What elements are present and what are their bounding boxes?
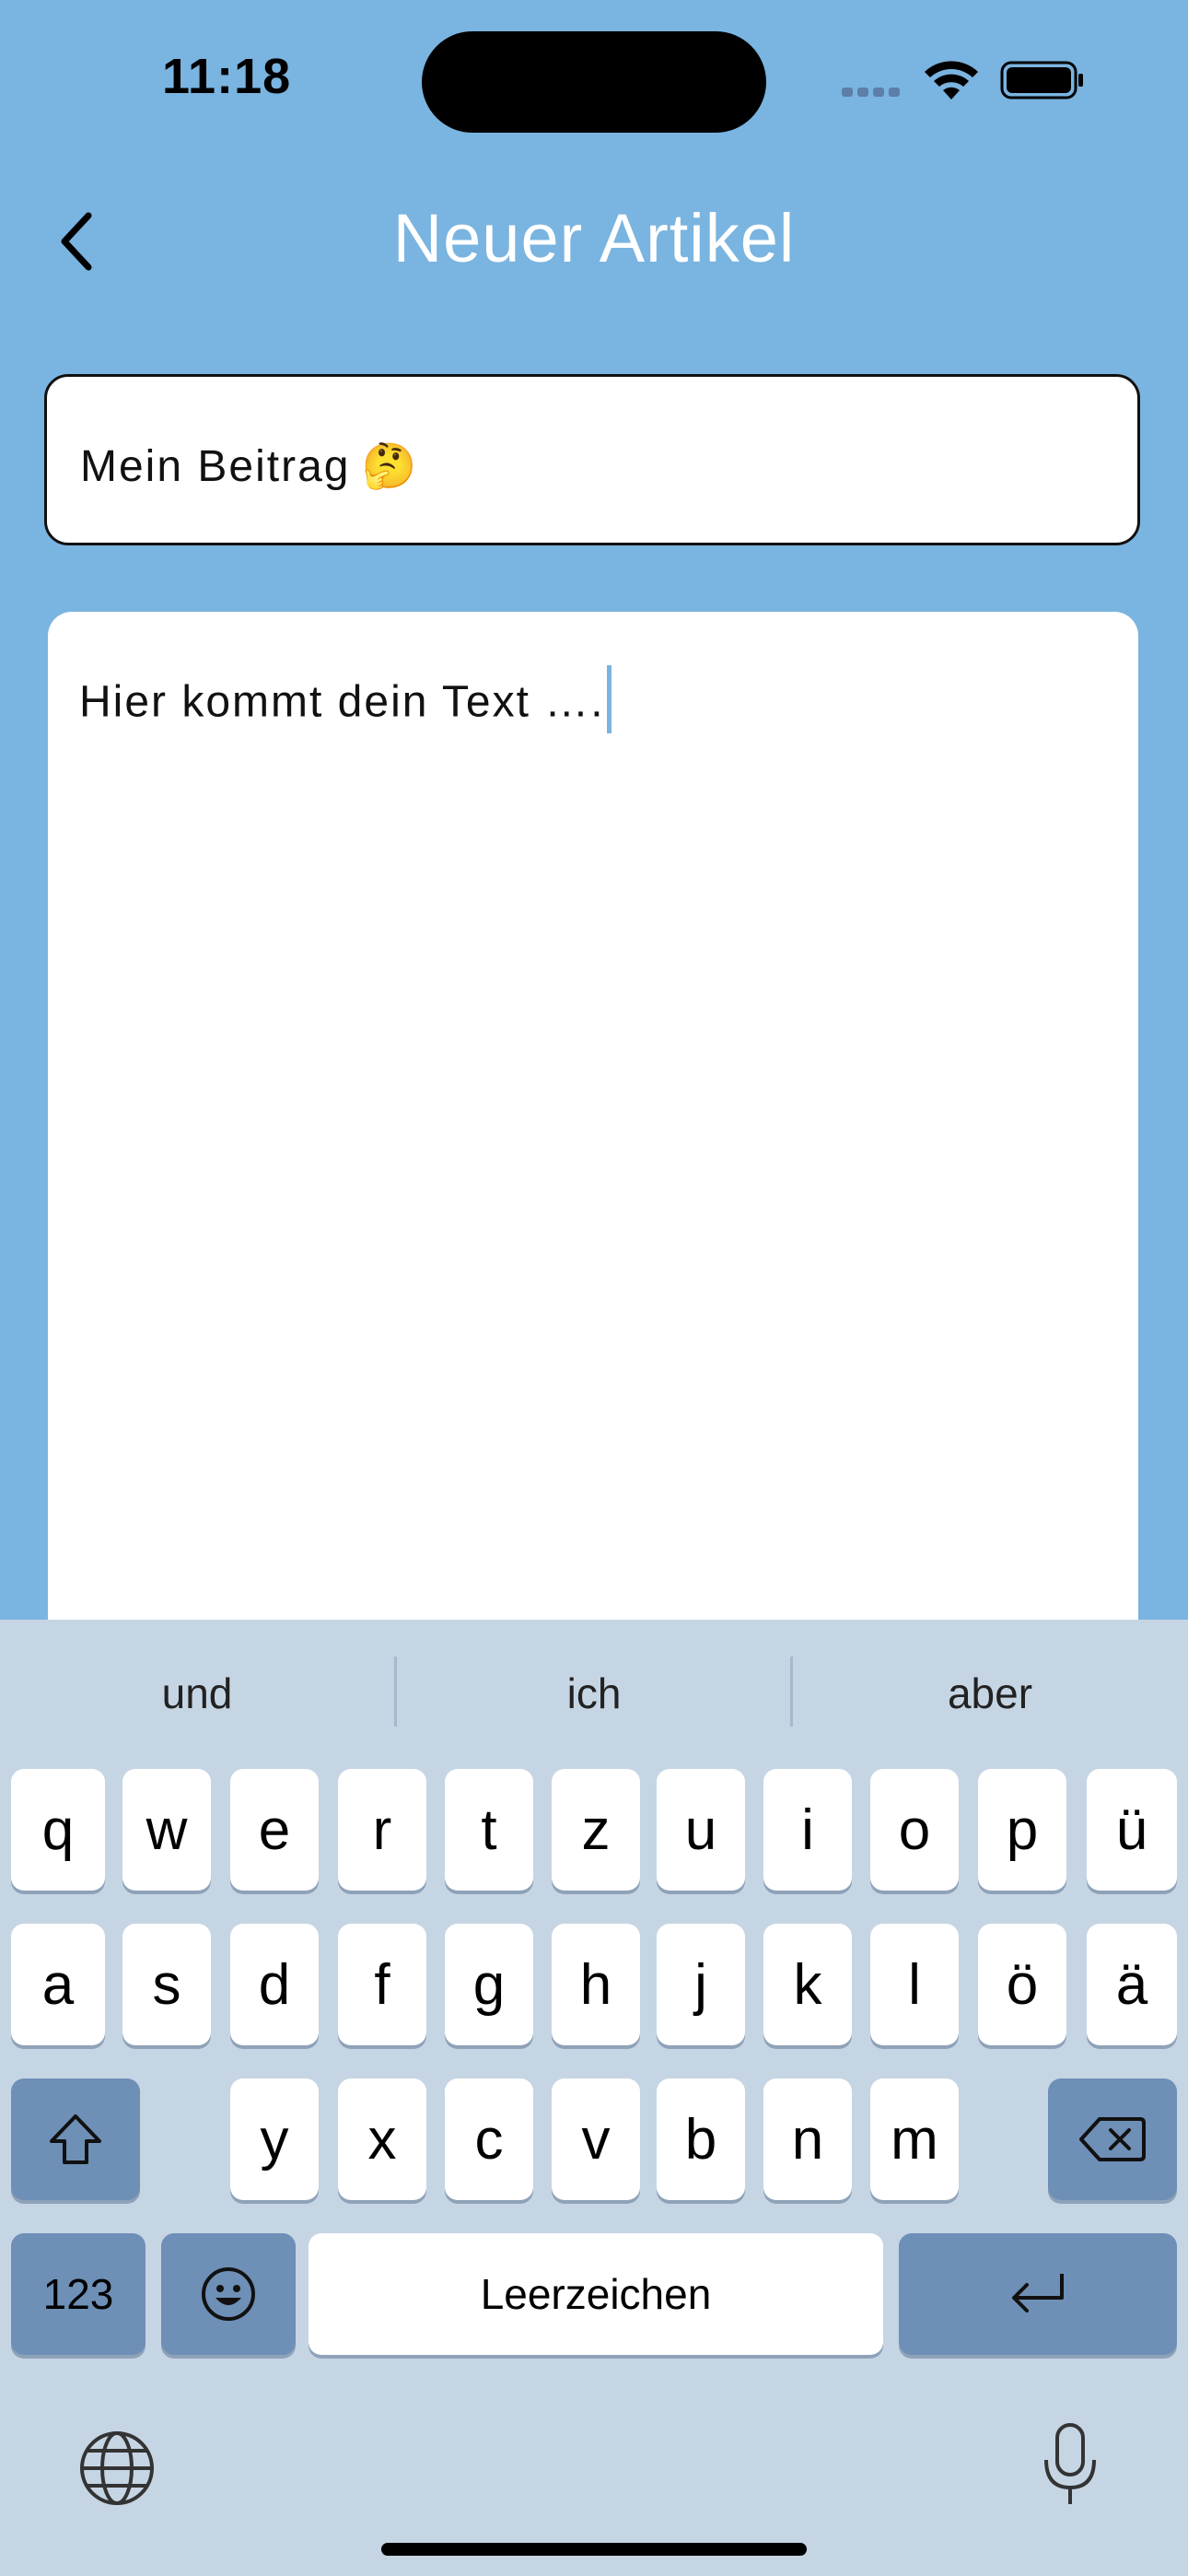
shift-key[interactable] bbox=[11, 2078, 140, 2200]
article-body-field[interactable]: Hier kommt dein Text …. bbox=[48, 612, 1138, 1644]
home-indicator[interactable] bbox=[381, 2543, 807, 2556]
key-n[interactable]: n bbox=[763, 2078, 852, 2200]
space-key-label: Leerzeichen bbox=[480, 2270, 712, 2318]
page-title: Neuer Artikel bbox=[392, 200, 796, 276]
key-ae[interactable]: ä bbox=[1087, 1924, 1177, 2045]
key-oe[interactable]: ö bbox=[978, 1924, 1066, 2045]
article-title-field[interactable]: Mein Beitrag 🤔 bbox=[44, 374, 1140, 545]
key-c[interactable]: c bbox=[445, 2078, 533, 2200]
key-x[interactable]: x bbox=[338, 2078, 426, 2200]
article-title-value: Mein Beitrag 🤔 bbox=[80, 439, 418, 492]
key-d[interactable]: d bbox=[230, 1924, 319, 2045]
emoji-icon bbox=[202, 2267, 255, 2321]
key-j[interactable]: j bbox=[657, 1924, 745, 2045]
key-v[interactable]: v bbox=[552, 2078, 640, 2200]
key-q[interactable]: q bbox=[11, 1769, 105, 1891]
suggestion-2[interactable]: ich bbox=[397, 1620, 791, 1767]
status-time: 11:18 bbox=[162, 49, 292, 104]
microphone-icon[interactable] bbox=[1041, 2421, 1100, 2510]
numbers-key[interactable]: 123 bbox=[11, 2233, 146, 2355]
key-o[interactable]: o bbox=[870, 1769, 959, 1891]
article-title-text: Mein Beitrag bbox=[80, 442, 351, 491]
article-body-value: Hier kommt dein Text …. bbox=[79, 665, 611, 739]
suggestion-1[interactable]: und bbox=[0, 1620, 394, 1767]
key-s[interactable]: s bbox=[122, 1924, 211, 2045]
shift-icon bbox=[50, 2114, 101, 2164]
return-key[interactable] bbox=[899, 2233, 1177, 2355]
cellular-signal-icon bbox=[842, 85, 904, 101]
key-u[interactable]: u bbox=[657, 1769, 745, 1891]
text-caret bbox=[606, 665, 611, 733]
key-z[interactable]: z bbox=[552, 1769, 640, 1891]
key-r[interactable]: r bbox=[338, 1769, 426, 1891]
key-p[interactable]: p bbox=[978, 1769, 1066, 1891]
delete-icon bbox=[1079, 2117, 1146, 2161]
key-t[interactable]: t bbox=[445, 1769, 533, 1891]
key-y[interactable]: y bbox=[230, 2078, 319, 2200]
key-w[interactable]: w bbox=[122, 1769, 211, 1891]
key-f[interactable]: f bbox=[338, 1924, 426, 2045]
key-ue[interactable]: ü bbox=[1087, 1769, 1177, 1891]
battery-icon bbox=[1000, 61, 1083, 100]
suggestion-3[interactable]: aber bbox=[793, 1620, 1187, 1767]
suggestion-bar: und ich aber bbox=[0, 1620, 1188, 1767]
key-h[interactable]: h bbox=[552, 1924, 640, 2045]
globe-icon[interactable] bbox=[77, 2429, 157, 2508]
return-icon bbox=[1012, 2274, 1064, 2313]
key-k[interactable]: k bbox=[763, 1924, 852, 2045]
dynamic-island bbox=[422, 31, 766, 133]
numbers-key-label: 123 bbox=[42, 2270, 114, 2318]
key-i[interactable]: i bbox=[763, 1769, 852, 1891]
key-b[interactable]: b bbox=[657, 2078, 745, 2200]
key-a[interactable]: a bbox=[11, 1924, 105, 2045]
wifi-icon bbox=[925, 61, 978, 100]
thinking-emoji: 🤔 bbox=[361, 442, 419, 491]
key-g[interactable]: g bbox=[445, 1924, 533, 2045]
space-key[interactable]: Leerzeichen bbox=[309, 2233, 883, 2355]
delete-key[interactable] bbox=[1048, 2078, 1177, 2200]
key-l[interactable]: l bbox=[870, 1924, 959, 2045]
emoji-key[interactable] bbox=[161, 2233, 296, 2355]
article-body-text: Hier kommt dein Text …. bbox=[79, 677, 605, 727]
key-e[interactable]: e bbox=[230, 1769, 319, 1891]
key-m[interactable]: m bbox=[870, 2078, 959, 2200]
